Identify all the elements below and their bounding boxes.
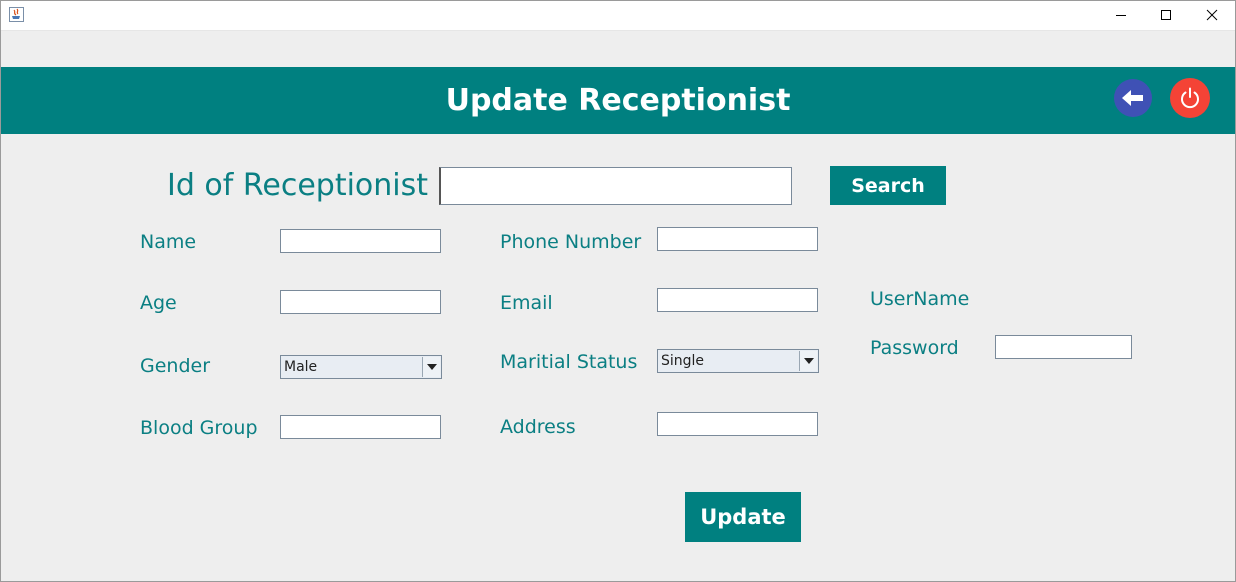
phone-number-label: Phone Number <box>500 231 642 253</box>
email-input[interactable] <box>657 288 818 312</box>
name-label: Name <box>140 231 197 253</box>
marital-status-label: Maritial Status <box>500 351 638 373</box>
receptionist-id-label: Id of Receptionist <box>167 168 429 203</box>
username-label: UserName <box>870 288 970 310</box>
close-button[interactable] <box>1189 0 1235 30</box>
address-label: Address <box>500 416 576 438</box>
page-title: Update Receptionist <box>445 83 791 118</box>
gender-selected-value: Male <box>284 359 318 375</box>
email-label: Email <box>500 292 553 314</box>
phone-number-input[interactable] <box>657 227 818 251</box>
address-input[interactable] <box>657 412 818 436</box>
receptionist-id-input[interactable] <box>439 167 792 205</box>
gender-select[interactable]: Male <box>280 355 442 379</box>
minimize-button[interactable] <box>1098 0 1144 30</box>
age-input[interactable] <box>280 290 441 314</box>
password-label: Password <box>870 337 959 359</box>
close-icon <box>1206 9 1218 21</box>
gender-label: Gender <box>140 355 211 377</box>
minimize-icon <box>1116 15 1126 16</box>
header-banner: Update Receptionist <box>1 67 1235 134</box>
name-input[interactable] <box>280 229 441 253</box>
back-button[interactable] <box>1114 79 1152 117</box>
search-button[interactable]: Search <box>830 166 946 205</box>
maximize-icon <box>1161 10 1171 20</box>
power-icon <box>1181 87 1199 109</box>
update-button[interactable]: Update <box>685 492 801 542</box>
chevron-down-icon[interactable] <box>422 357 440 377</box>
age-label: Age <box>140 292 177 314</box>
password-input[interactable] <box>995 335 1132 359</box>
blood-group-label: Blood Group <box>140 417 258 439</box>
java-app-icon <box>9 7 24 22</box>
blood-group-input[interactable] <box>280 415 441 439</box>
maximize-button[interactable] <box>1143 0 1189 30</box>
marital-status-selected-value: Single <box>661 353 705 369</box>
marital-status-select[interactable]: Single <box>657 349 819 373</box>
chevron-down-icon[interactable] <box>799 351 817 371</box>
window-title-bar <box>0 0 1236 31</box>
arrow-left-icon <box>1122 90 1143 106</box>
logout-button[interactable] <box>1170 78 1210 118</box>
